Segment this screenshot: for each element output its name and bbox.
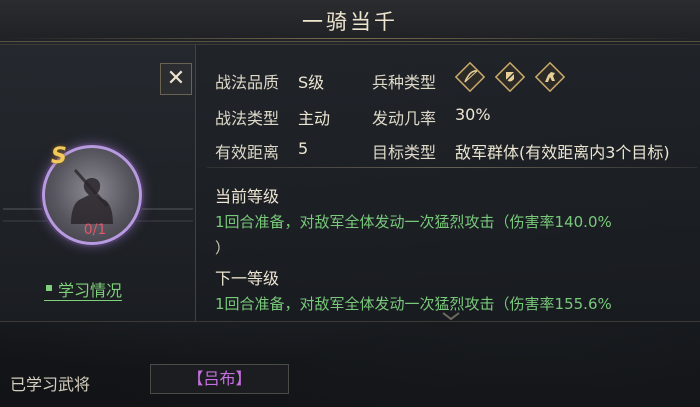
target-type-label: 目标类型 [372, 143, 437, 162]
skill-portrait-column: ✕ S 0/1 学习情况 [0, 45, 196, 321]
current-level-description: 1回合准备，对敌军全体发动一次猛烈攻击（伤害率140.0% [215, 211, 612, 232]
skill-type-value: 主动 [298, 109, 331, 128]
page-title: 一骑当千 [302, 10, 398, 34]
learn-status-link[interactable]: 学习情况 [44, 277, 123, 301]
trigger-rate-value: 30% [455, 105, 491, 124]
horse-icon [535, 62, 565, 92]
skill-detail-panel: ✕ S 0/1 学习情况 战法品质 S级 兵种类型 战法类型 主动 发动几率 3… [0, 44, 700, 322]
current-level-close-paren: ） [215, 239, 231, 257]
learned-generals-label: 已学习武将 [10, 375, 91, 394]
bow-icon [455, 62, 485, 92]
next-level-text: 1回合准备，对敌军全体发动一次猛烈攻击（伤害率 [215, 295, 555, 313]
range-label: 有效距离 [215, 143, 280, 162]
skill-grade-badge: S [51, 144, 67, 169]
current-level-rate: 140.0% [554, 213, 612, 231]
close-icon: ✕ [166, 66, 186, 91]
current-level-text: 1回合准备，对敌军全体发动一次猛烈攻击（伤害率 [215, 213, 555, 231]
title-bar: 一骑当千 [0, 0, 700, 42]
shield-icon [495, 62, 525, 92]
close-button[interactable]: ✕ [160, 63, 192, 95]
quality-value: S级 [298, 73, 325, 92]
current-level-heading: 当前等级 [215, 187, 280, 206]
learned-general-slot[interactable]: 【吕布】 [150, 364, 289, 394]
skill-type-label: 战法类型 [215, 109, 280, 128]
target-type-value: 敌军群体(有效距离内3个目标) [455, 143, 670, 162]
next-level-description: 1回合准备，对敌军全体发动一次猛烈攻击（伤害率155.6% [215, 293, 612, 314]
section-divider [207, 167, 697, 168]
scroll-down-chevron-icon[interactable] [442, 312, 460, 320]
skill-portrait: S 0/1 [42, 144, 142, 245]
next-level-heading: 下一等级 [215, 269, 280, 288]
learn-progress: 0/1 [83, 222, 107, 238]
quality-label: 战法品质 [215, 73, 280, 92]
range-value: 5 [298, 139, 309, 158]
current-level-description-close: ） [215, 237, 230, 258]
learned-general-name: 【吕布】 [187, 369, 252, 388]
trigger-rate-label: 发动几率 [372, 109, 437, 128]
next-level-rate: 155.6% [554, 295, 612, 313]
learn-status-label: 学习情况 [58, 281, 123, 300]
portrait-ring: S 0/1 [42, 144, 142, 245]
troop-type-label: 兵种类型 [372, 73, 437, 92]
